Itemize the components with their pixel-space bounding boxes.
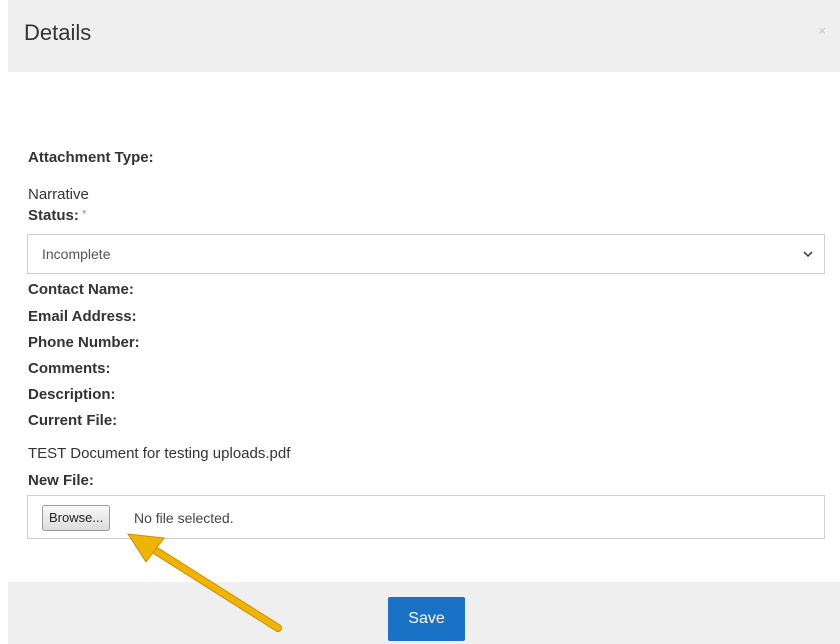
close-icon[interactable]: × [818,24,826,37]
required-marker: * [81,207,87,221]
details-dialog: Details × Attachment Type: Narrative Sta… [0,0,840,644]
phone-number-label: Phone Number: [28,334,140,351]
dialog-header: Details × [8,0,840,72]
status-label-text: Status: [28,207,79,224]
dialog-title: Details [24,20,92,45]
current-file-label: Current File: [28,412,118,429]
current-file-name[interactable]: TEST Document for testing uploads.pdf [28,445,290,462]
attachment-type-value: Narrative [28,186,89,203]
no-file-selected-text: No file selected. [134,510,234,526]
description-label: Description: [28,386,116,403]
status-label: Status: * [28,207,87,224]
email-address-label: Email Address: [28,308,137,325]
status-select-value: Incomplete [42,246,111,262]
save-button[interactable]: Save [388,597,465,641]
contact-name-label: Contact Name: [28,281,134,298]
status-select[interactable]: Incomplete [27,234,825,274]
new-file-label: New File: [28,472,94,489]
browse-button[interactable]: Browse... [42,505,111,531]
comments-label: Comments: [28,360,111,377]
chevron-down-icon [803,251,813,258]
attachment-type-label: Attachment Type: [28,149,154,166]
arrow-annotation [127,533,282,632]
